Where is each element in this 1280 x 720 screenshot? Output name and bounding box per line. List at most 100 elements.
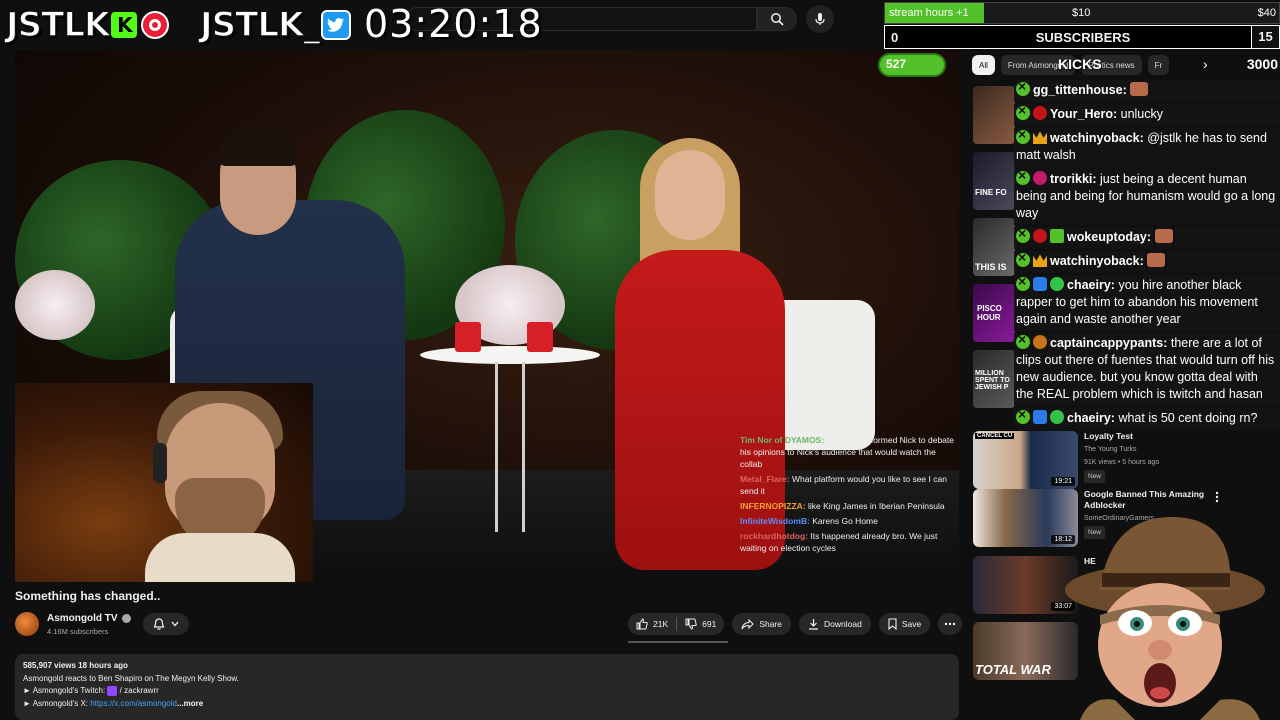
verified-icon	[121, 614, 131, 623]
logo-text: JSTLK	[5, 4, 111, 46]
recommended-info: Loyalty Test The Young Turks 91K views •…	[1084, 431, 1214, 489]
channel-avatar[interactable]	[15, 612, 39, 636]
chat-text: what is 50 cent doing rn?	[1118, 411, 1258, 425]
chat-username[interactable]: gg_tittenhouse:	[1033, 83, 1127, 97]
streamer-webcam	[15, 383, 313, 582]
chat-badge-x-icon	[1016, 78, 1030, 96]
video-duration: 19:21	[1051, 477, 1075, 486]
twitch-link[interactable]: / zackrawrr	[117, 686, 159, 695]
dislike-button[interactable]: 691	[677, 613, 724, 635]
video-actions: 21K 691 Share Download Save	[628, 613, 963, 635]
chat-badge-blue-icon	[1033, 277, 1047, 291]
voice-search-button[interactable]	[806, 5, 834, 33]
chat-badge-mag-icon	[1033, 171, 1047, 185]
chat-badge-green-icon	[1050, 277, 1064, 291]
sidebar-thumbnail[interactable]: PISCO HOUR	[973, 284, 1015, 342]
notification-bell-button[interactable]	[143, 613, 189, 635]
view-count-date: 585,907 views 18 hours ago	[23, 661, 128, 670]
thumbs-down-icon	[685, 618, 697, 630]
video-description[interactable]: 585,907 views 18 hours ago Asmongold rea…	[15, 654, 959, 720]
download-button[interactable]: Download	[799, 613, 871, 635]
screen: JSTLK K JSTLK_ 03:20:18 Tim Nor of DYAMO…	[0, 0, 1280, 720]
description-line: Asmongold reacts to Ben Shapiro on The M…	[23, 673, 239, 683]
embedded-chat: Tim Nor of DYAMOS: Destiny platformed Ni…	[740, 434, 958, 557]
twitter-logo: JSTLK_	[199, 4, 352, 46]
save-button[interactable]: Save	[878, 613, 931, 635]
thumbnail-caption: CANCEL CU	[975, 433, 1015, 439]
chevron-down-icon	[171, 621, 179, 627]
sidebar-thumbnail[interactable]: FINE FO	[973, 152, 1015, 210]
sidebar-thumbnail[interactable]: MILLION SPENT TO JEWISH P	[973, 350, 1015, 408]
share-button[interactable]: Share	[732, 613, 791, 635]
twitter-bird-icon	[321, 10, 352, 40]
red-mug	[527, 322, 553, 352]
dislike-count: 691	[702, 619, 717, 629]
sidebar-thumbnail[interactable]: THIS IS	[973, 218, 1015, 276]
embedded-chat-text: like King James in Iberian Peninsula	[808, 501, 945, 511]
chat-message: Your_Hero: unlucky	[1014, 102, 1280, 126]
more-horizontal-icon	[944, 622, 956, 626]
chat-username[interactable]: Your_Hero:	[1050, 107, 1117, 121]
x-link[interactable]: https://x.com/asmongold	[90, 699, 177, 708]
show-more-button[interactable]: ...more	[177, 699, 203, 708]
chat-emote-icon	[1154, 229, 1173, 243]
chat-username[interactable]: captaincappypants:	[1050, 336, 1167, 350]
kick-logo: JSTLK K	[5, 4, 170, 46]
chat-message: gg_tittenhouse:	[1014, 78, 1280, 102]
embedded-chat-text: Karens Go Home	[812, 516, 878, 526]
chat-badge-red-icon	[1033, 229, 1047, 243]
chat-badge-x-icon	[1016, 225, 1030, 243]
stream-hours-bar: stream hours +1 $10 $40	[884, 2, 1280, 24]
live-chat-overlay: gg_tittenhouse: Your_Hero: unluckywatchi…	[1014, 78, 1280, 432]
embedded-chat-line: rockhardhotdog: Its happened already bro…	[740, 530, 958, 554]
red-mug	[455, 322, 481, 352]
chat-username[interactable]: trorikki:	[1050, 172, 1097, 186]
download-label: Download	[824, 619, 862, 629]
like-button[interactable]: 21K	[628, 613, 676, 635]
description-line: ► Asmongold's Twitch: / zackrawrr	[23, 685, 951, 698]
new-badge: New	[1084, 470, 1106, 483]
chat-badge-orange-icon	[1033, 335, 1047, 349]
chat-message: chaeiry: you hire another black rapper t…	[1014, 273, 1280, 331]
like-ratio-bar	[628, 641, 728, 643]
chat-username[interactable]: watchinyoback:	[1050, 254, 1144, 268]
thumbnail-caption: THIS IS	[975, 262, 1007, 272]
chat-badge-x-icon	[1016, 102, 1030, 120]
more-actions-button[interactable]	[938, 613, 963, 635]
thumbs-up-icon	[636, 618, 648, 630]
record-icon	[141, 11, 170, 39]
chat-username[interactable]: chaeiry:	[1067, 411, 1115, 425]
like-dislike-group: 21K 691	[628, 613, 725, 635]
chat-username[interactable]: chaeiry:	[1067, 278, 1115, 292]
chat-message: chaeiry: what is 50 cent doing rn?	[1014, 406, 1280, 430]
chat-username[interactable]: wokeuptoday:	[1067, 230, 1151, 244]
chat-message: watchinyoback: @jstlk he has to send mat…	[1014, 126, 1280, 167]
channel-name[interactable]: Asmongold TV	[47, 613, 131, 624]
embedded-chat-line: Tim Nor of DYAMOS: Destiny platformed Ni…	[740, 434, 958, 470]
embedded-chat-user: rockhardhotdog:	[740, 531, 808, 541]
recommended-video[interactable]: 19:21 CANCEL CU Loyalty Test The Young T…	[973, 431, 1214, 489]
kicks-goal: 3000	[1246, 56, 1278, 72]
chat-badge-crown-icon	[1033, 131, 1047, 144]
chat-username[interactable]: watchinyoback:	[1050, 131, 1144, 145]
chat-badge-x-icon	[1016, 406, 1030, 424]
chat-badge-green-icon	[1050, 410, 1064, 424]
chat-emote-icon	[1130, 82, 1149, 96]
recommended-thumbnail: 19:21 CANCEL CU	[973, 431, 1078, 489]
embedded-chat-line: INFERNOPIZZA: like King James in Iberian…	[740, 500, 958, 512]
like-count: 21K	[653, 619, 669, 629]
flower-vase	[15, 270, 95, 340]
chat-badge-x-icon	[1016, 331, 1030, 349]
description-line: ► Asmongold's X: https://x.com/asmongold…	[23, 698, 951, 711]
embedded-chat-line: Metal_Flare: What platform would you lik…	[740, 473, 958, 497]
chat-badge-x-icon	[1016, 273, 1030, 291]
embedded-chat-user: InfiniteWisdomB:	[740, 516, 810, 526]
chat-badge-x-icon	[1016, 249, 1030, 267]
sidebar-thumbnail[interactable]	[973, 86, 1015, 144]
embedded-chat-user: INFERNOPIZZA:	[740, 501, 806, 511]
search-button[interactable]	[757, 7, 797, 31]
chat-text: unlucky	[1120, 107, 1164, 121]
kicks-label: KICKS	[1058, 56, 1102, 72]
search-icon	[771, 13, 784, 26]
chat-message: wokeuptoday:	[1014, 225, 1280, 249]
